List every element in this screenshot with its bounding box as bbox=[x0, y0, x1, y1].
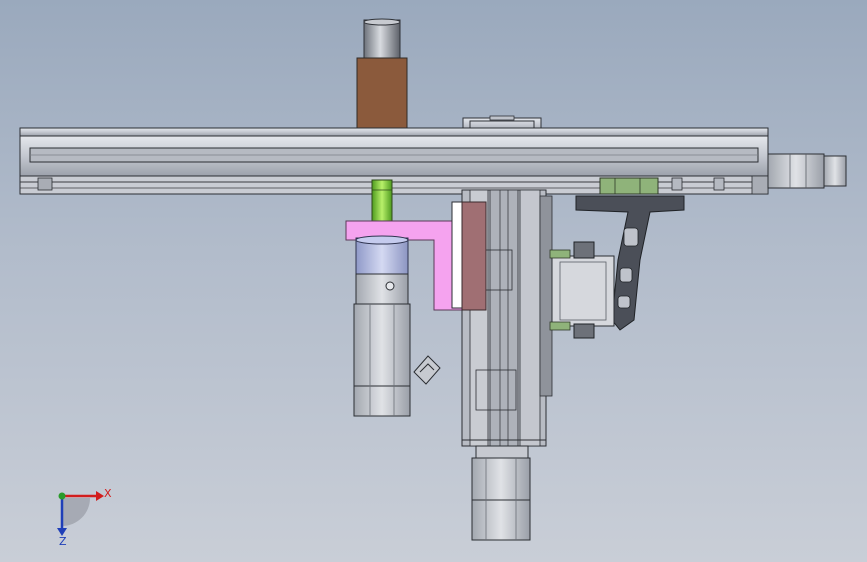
side-motor bbox=[353, 235, 411, 417]
maroon-plate bbox=[451, 201, 487, 311]
cable-connector bbox=[413, 355, 441, 385]
gripper-unit bbox=[549, 241, 615, 339]
rail-end-motor bbox=[767, 153, 847, 189]
cad-viewport[interactable]: X Z bbox=[0, 0, 867, 562]
coordinate-triad: X Z bbox=[57, 487, 112, 548]
axis-x-label: X bbox=[104, 487, 112, 500]
axis-z-label: Z bbox=[59, 535, 67, 548]
rail-green-bracket bbox=[599, 177, 659, 195]
coupling-block bbox=[356, 57, 408, 132]
top-cylinder bbox=[363, 18, 401, 61]
assembly-drawing: X Z bbox=[19, 18, 847, 548]
green-shaft bbox=[371, 179, 393, 223]
z-axis-motor bbox=[471, 445, 531, 541]
